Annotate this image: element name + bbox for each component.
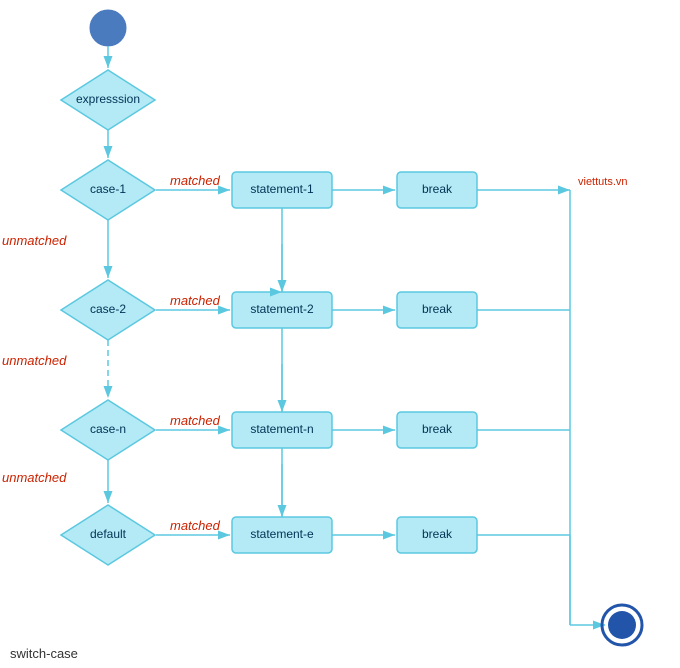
unmatched-label-n: unmatched	[2, 470, 67, 485]
statement2-label: statement-2	[250, 302, 314, 316]
expression-label: expresssion	[76, 92, 140, 106]
case2-label: case-2	[90, 302, 126, 316]
case1-label: case-1	[90, 182, 126, 196]
unmatched-label-1: unmatched	[2, 233, 67, 248]
breakE-label: break	[422, 527, 453, 541]
break1-label: break	[422, 182, 453, 196]
matched-label-n: matched	[170, 413, 221, 428]
watermark-text: viettuts.vn	[578, 176, 628, 188]
matched-label-default: matched	[170, 518, 221, 533]
breakN-label: break	[422, 422, 453, 436]
matched-label-2: matched	[170, 293, 221, 308]
caption-text: switch-case	[10, 646, 78, 661]
default-label: default	[90, 527, 127, 541]
end-circle-inner	[608, 611, 636, 639]
matched-label-1: matched	[170, 173, 221, 188]
caseN-label: case-n	[90, 422, 126, 436]
statement1-label: statement-1	[250, 182, 314, 196]
unmatched-label-2: unmatched	[2, 353, 67, 368]
start-circle	[90, 10, 126, 46]
statementE-label: statement-e	[250, 527, 314, 541]
break2-label: break	[422, 302, 453, 316]
statementN-label: statement-n	[250, 422, 313, 436]
